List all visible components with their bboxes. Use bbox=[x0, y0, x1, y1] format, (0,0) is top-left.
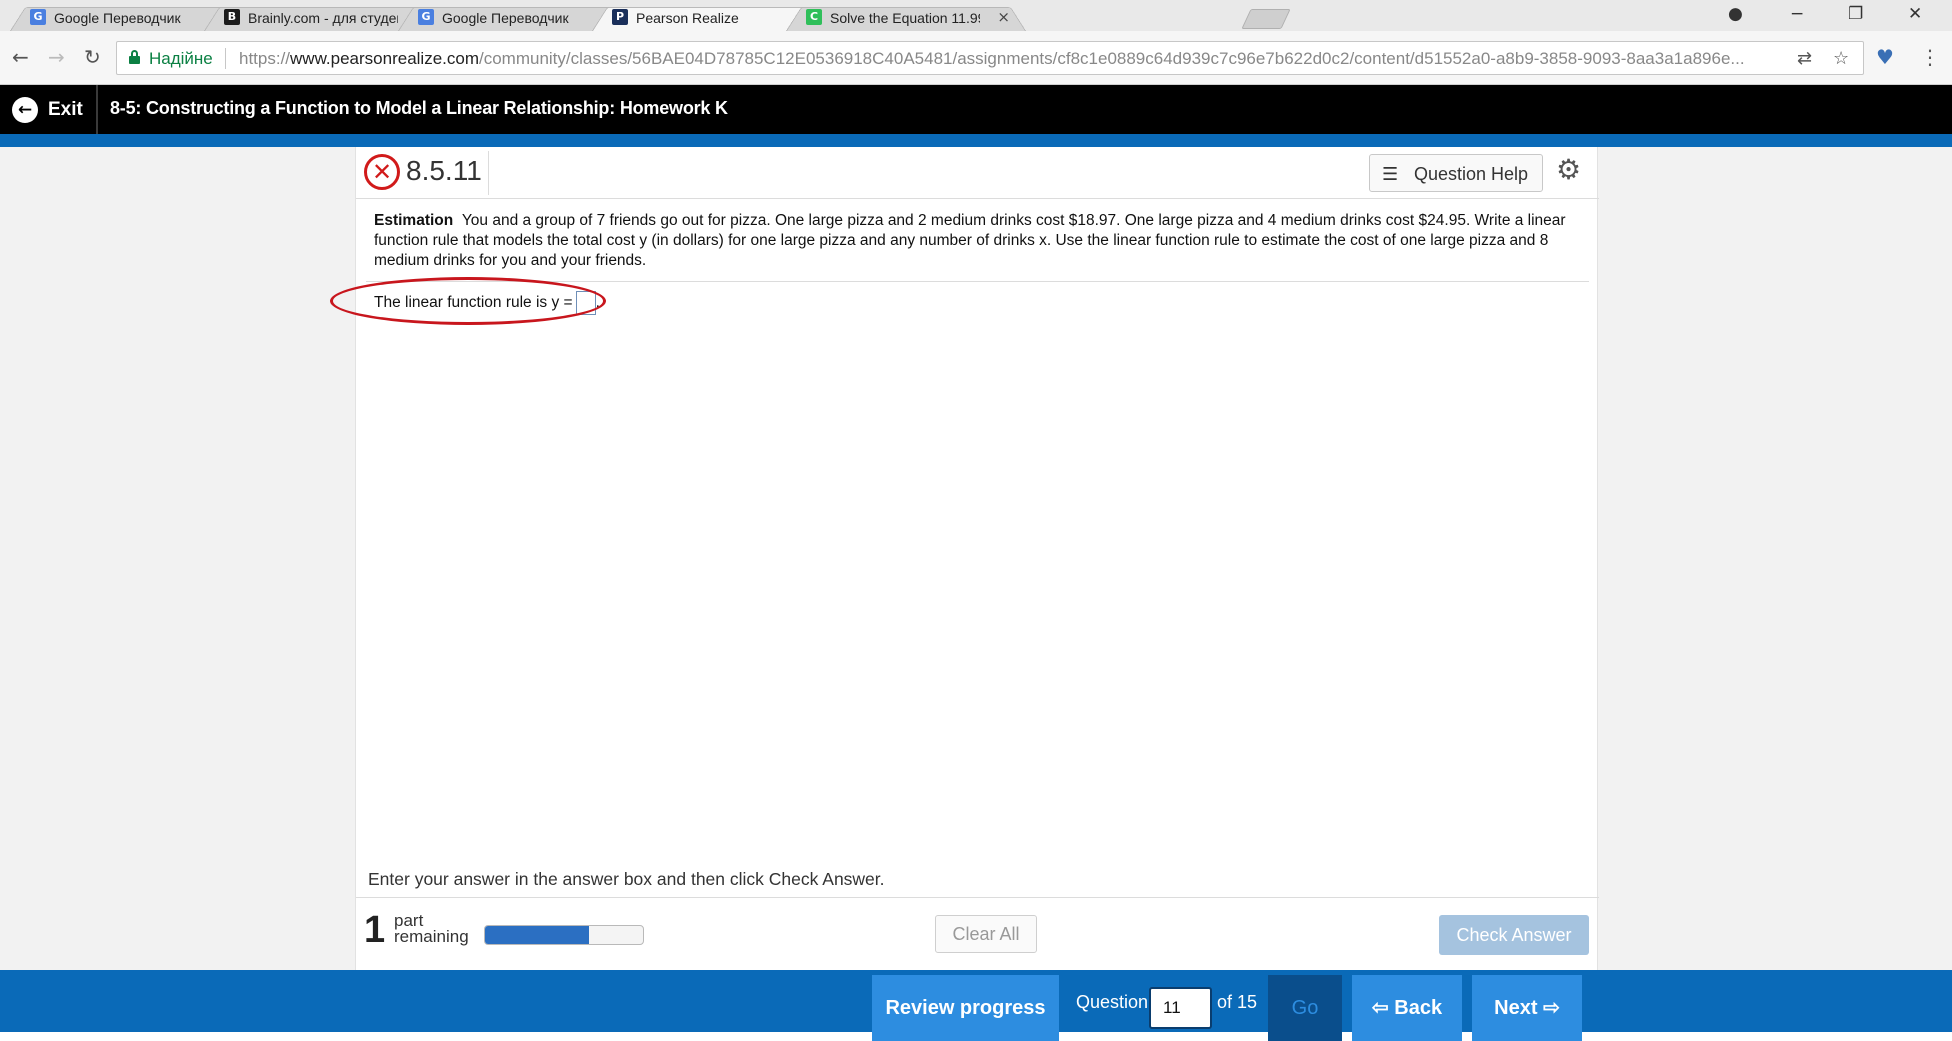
answer-line: The linear function rule is y =. bbox=[374, 291, 600, 315]
forward-arrow-icon[interactable]: → bbox=[48, 45, 65, 69]
browser-tab-strip: G Google Переводчик × B Brainly.com - дл… bbox=[0, 0, 1952, 32]
address-bar[interactable]: Надійне https://www.pearsonrealize.com/c… bbox=[116, 41, 1864, 75]
bookmark-star-icon[interactable]: ☆ bbox=[1833, 48, 1849, 69]
tab-title: Pearson Realize bbox=[636, 10, 739, 26]
restore-icon[interactable]: ❐ bbox=[1848, 4, 1863, 24]
lock-icon bbox=[129, 50, 140, 64]
question-panel: ✕ 8.5.11 ☰ Question Help ⚙ Estimation Yo… bbox=[330, 147, 1599, 970]
question-body: You and a group of 7 friends go out for … bbox=[374, 212, 1566, 269]
back-arrow-icon[interactable]: ← bbox=[12, 45, 29, 69]
question-number: 8.5.11 bbox=[406, 155, 482, 186]
answer-prompt: The linear function rule is y = bbox=[374, 294, 573, 312]
bottom-navigation: Review progress Question 11 of 15 Go ⇦ B… bbox=[0, 970, 1952, 1041]
answer-suffix: . bbox=[595, 294, 600, 312]
secure-label: Надійне bbox=[149, 49, 213, 68]
question-help-button[interactable]: ☰ Question Help bbox=[1369, 154, 1543, 192]
back-button[interactable]: ⇦ Back bbox=[1352, 975, 1462, 1041]
incorrect-x-icon: ✕ bbox=[364, 154, 400, 190]
parts-remaining-count: 1 bbox=[364, 909, 386, 951]
arrow-right-icon: ⇨ bbox=[1537, 997, 1560, 1019]
google-translate-icon: G bbox=[418, 9, 434, 25]
question-header: ✕ 8.5.11 ☰ Question Help ⚙ bbox=[356, 147, 1599, 199]
mathway-icon: C bbox=[806, 9, 822, 25]
progress-bar bbox=[484, 925, 644, 945]
browser-toolbar: ← → ↻ Надійне https://www.pearsonrealize… bbox=[0, 31, 1952, 85]
go-button[interactable]: Go bbox=[1268, 975, 1342, 1041]
google-translate-icon: G bbox=[30, 9, 46, 25]
instruction-text: Enter your answer in the answer box and … bbox=[368, 869, 885, 889]
question-text: Estimation You and a group of 7 friends … bbox=[374, 211, 1579, 271]
gear-icon[interactable]: ⚙ bbox=[1556, 153, 1581, 186]
tab-title: Google Переводчик bbox=[54, 10, 181, 26]
question-number-input[interactable]: 11 bbox=[1149, 987, 1212, 1029]
question-help-label: Question Help bbox=[1414, 164, 1529, 184]
progress-fill bbox=[485, 926, 590, 944]
assignment-title: 8-5: Constructing a Function to Model a … bbox=[110, 98, 728, 118]
new-tab-button[interactable] bbox=[1241, 9, 1291, 29]
clear-all-button[interactable]: Clear All bbox=[935, 915, 1037, 953]
check-answer-button[interactable]: Check Answer bbox=[1439, 915, 1589, 955]
header-accent-bar bbox=[0, 134, 1952, 147]
reload-icon[interactable]: ↻ bbox=[84, 45, 101, 69]
tab-title: Solve the Equation 11.99 bbox=[830, 10, 980, 26]
extension-icon[interactable]: ♥ bbox=[1876, 45, 1894, 69]
review-progress-button[interactable]: Review progress bbox=[872, 975, 1059, 1041]
app-header: ← Exit 8-5: Constructing a Function to M… bbox=[0, 85, 1952, 134]
menu-dots-icon[interactable]: ⋮ bbox=[1920, 45, 1940, 69]
pearson-icon: P bbox=[612, 9, 628, 25]
tab-title: Brainly.com - для студен bbox=[248, 10, 398, 26]
parts-remaining-label: part remaining bbox=[394, 911, 469, 946]
translate-icon[interactable]: ⇄ bbox=[1797, 48, 1812, 69]
brainly-icon: B bbox=[224, 9, 240, 25]
question-label: Question bbox=[1076, 992, 1149, 1012]
close-window-icon[interactable]: ✕ bbox=[1908, 4, 1922, 24]
browser-tab[interactable]: C Solve the Equation 11.99 × bbox=[786, 3, 1026, 32]
url-text[interactable]: https://www.pearsonrealize.com/community… bbox=[239, 49, 1779, 69]
answer-input[interactable] bbox=[575, 291, 596, 315]
minimize-icon[interactable]: − bbox=[1790, 4, 1804, 24]
question-lead: Estimation bbox=[374, 212, 454, 229]
exit-label: Exit bbox=[48, 99, 83, 120]
close-tab-icon[interactable]: × bbox=[997, 8, 1010, 26]
profile-icon[interactable]: ● bbox=[1728, 4, 1743, 24]
question-total: of 15 bbox=[1217, 992, 1258, 1012]
list-icon: ☰ bbox=[1382, 164, 1399, 185]
next-button[interactable]: Next ⇨ bbox=[1472, 975, 1582, 1041]
arrow-left-icon: ⇦ bbox=[1371, 997, 1395, 1019]
arrow-left-icon: ← bbox=[12, 97, 38, 123]
tab-title: Google Переводчик bbox=[442, 10, 569, 26]
